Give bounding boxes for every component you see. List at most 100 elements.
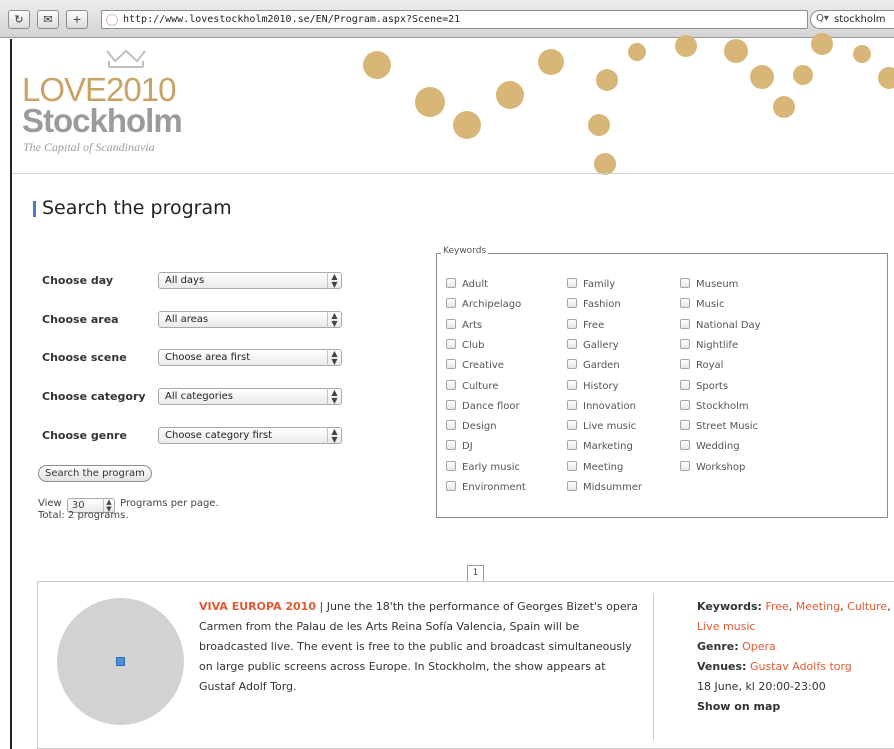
logo-stockholm[interactable]: Stockholm [22,103,183,139]
keyword-option-marketing[interactable]: Marketing [567,440,633,452]
section-accent-bar [33,201,36,217]
keyword-checkbox[interactable] [567,440,577,450]
keyword-option-national-day[interactable]: National Day [680,319,761,331]
keyword-checkbox[interactable] [680,278,690,288]
keyword-checkbox[interactable] [446,461,456,471]
keyword-option-music[interactable]: Music [680,298,724,310]
keyword-option-gallery[interactable]: Gallery [567,339,619,351]
search-query[interactable]: stockholm [834,14,886,25]
keyword-option-culture[interactable]: Culture [446,380,498,392]
keyword-label: Fashion [583,299,621,310]
keyword-option-sports[interactable]: Sports [680,380,728,392]
keyword-checkbox[interactable] [680,440,690,450]
keyword-checkbox[interactable] [680,319,690,329]
keyword-option-creative[interactable]: Creative [446,359,504,371]
add-icon[interactable]: + [66,10,88,29]
scene-select[interactable]: Choose area first ▲ ▼ [158,349,342,366]
genre-select[interactable]: Choose category first ▲ ▼ [158,427,342,444]
keyword-option-arts[interactable]: Arts [446,319,482,331]
search-program-button[interactable]: Search the program [38,465,152,482]
keyword-option-stockholm[interactable]: Stockholm [680,400,749,412]
keyword-checkbox[interactable] [680,400,690,410]
keyword-option-club[interactable]: Club [446,339,484,351]
result-title-link[interactable]: VIVA EUROPA 2010 [199,600,316,613]
bookmark-icon[interactable]: ✉ [37,10,59,29]
keyword-option-innovation[interactable]: Innovation [567,400,636,412]
keyword-checkbox[interactable] [446,440,456,450]
keyword-checkbox[interactable] [567,420,577,430]
keyword-link-live-music[interactable]: Live music [697,620,755,633]
keyword-checkbox[interactable] [567,359,577,369]
keyword-checkbox[interactable] [567,278,577,288]
keyword-option-live-music[interactable]: Live music [567,420,636,432]
keyword-checkbox[interactable] [446,278,456,288]
category-select[interactable]: All categories ▲ ▼ [158,388,342,405]
keyword-option-history[interactable]: History [567,380,619,392]
keyword-checkbox[interactable] [680,339,690,349]
keyword-checkbox[interactable] [446,359,456,369]
keyword-checkbox[interactable] [446,319,456,329]
keyword-checkbox[interactable] [446,420,456,430]
keyword-option-meeting[interactable]: Meeting [567,461,623,473]
address-bar[interactable]: http://www.lovestockholm2010.se/EN/Progr… [101,10,894,29]
keyword-checkbox[interactable] [446,481,456,491]
total-count: Total: 2 programs. [38,510,129,521]
keyword-option-dj[interactable]: DJ [446,440,473,452]
keyword-link-culture[interactable]: Culture [847,600,887,613]
keyword-checkbox[interactable] [567,461,577,471]
keyword-option-midsummer[interactable]: Midsummer [567,481,642,493]
genre-select-value: Choose category first [165,430,273,441]
keyword-checkbox[interactable] [567,298,577,308]
day-select[interactable]: All days ▲ ▼ [158,272,342,289]
keyword-option-wedding[interactable]: Wedding [680,440,740,452]
keyword-option-workshop[interactable]: Workshop [680,461,745,473]
keyword-checkbox[interactable] [446,339,456,349]
browser-search-field[interactable]: Q▾ stockholm [810,10,894,29]
address-text[interactable]: http://www.lovestockholm2010.se/EN/Progr… [123,14,460,25]
keyword-checkbox[interactable] [567,400,577,410]
keyword-option-archipelago[interactable]: Archipelago [446,298,521,310]
keyword-label: Archipelago [462,299,522,310]
venue-link[interactable]: Gustav Adolfs torg [750,660,852,673]
keyword-checkbox[interactable] [567,380,577,390]
keyword-checkbox[interactable] [446,380,456,390]
keyword-option-early-music[interactable]: Early music [446,461,520,473]
genre-link[interactable]: Opera [742,640,776,653]
keyword-option-free[interactable]: Free [567,319,604,331]
reload-icon[interactable]: ↻ [8,10,30,29]
keyword-option-nightlife[interactable]: Nightlife [680,339,738,351]
keyword-option-garden[interactable]: Garden [567,359,620,371]
page-number-1[interactable]: 1 [467,565,484,582]
keyword-checkbox[interactable] [567,481,577,491]
category-label: Choose category [42,390,146,403]
keyword-option-street-music[interactable]: Street Music [680,420,758,432]
keyword-label: Street Music [696,421,759,432]
keyword-checkbox[interactable] [446,400,456,410]
keyword-checkbox[interactable] [567,339,577,349]
keyword-option-adult[interactable]: Adult [446,278,488,290]
scene-label: Choose scene [42,351,127,364]
area-select[interactable]: All areas ▲ ▼ [158,311,342,328]
keyword-option-fashion[interactable]: Fashion [567,298,621,310]
keywords-label: Keywords: [697,600,762,613]
keyword-link-meeting[interactable]: Meeting [796,600,840,613]
keyword-link-free[interactable]: Free [765,600,788,613]
view-prefix: View [38,498,62,509]
keyword-checkbox[interactable] [680,380,690,390]
keyword-checkbox[interactable] [680,461,690,471]
keyword-option-dance-floor[interactable]: Dance floor [446,400,520,412]
keyword-checkbox[interactable] [680,298,690,308]
keyword-checkbox[interactable] [680,359,690,369]
keyword-checkbox[interactable] [680,420,690,430]
keyword-label: Early music [462,462,520,473]
keyword-option-royal[interactable]: Royal [680,359,723,371]
keyword-option-design[interactable]: Design [446,420,497,432]
show-on-map-link[interactable]: Show on map [697,697,892,717]
keyword-option-family[interactable]: Family [567,278,615,290]
keyword-option-museum[interactable]: Museum [680,278,738,290]
keyword-label: Music [696,299,725,310]
keyword-checkbox[interactable] [446,298,456,308]
keyword-option-environment[interactable]: Environment [446,481,526,493]
keyword-checkbox[interactable] [567,319,577,329]
decorative-dot [811,33,833,55]
